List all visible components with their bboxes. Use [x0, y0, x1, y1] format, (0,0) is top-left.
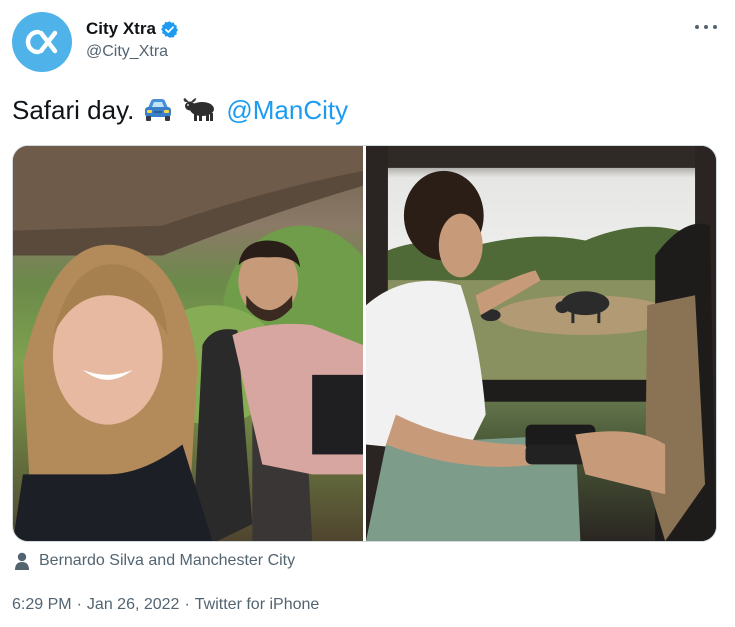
tweet-meta: 6:29 PM · Jan 26, 2022 · Twitter for iPh…	[12, 596, 319, 614]
tagged-people-text[interactable]: Bernardo Silva and Manchester City	[39, 552, 295, 570]
photo-selfie-illustration	[13, 146, 363, 541]
photo-selfie[interactable]	[13, 146, 363, 541]
tweet-source[interactable]: Twitter for iPhone	[195, 596, 320, 614]
tweet-card: City Xtra @City_Xtra Safari day. @ManCit…	[0, 0, 735, 627]
author-info: City Xtra @City_Xtra	[86, 18, 179, 61]
author-display-name[interactable]: City Xtra	[86, 19, 156, 39]
person-icon	[15, 552, 29, 570]
author-avatar[interactable]	[12, 12, 72, 72]
more-options-button[interactable]	[695, 20, 717, 34]
tweet-date[interactable]: Jan 26, 2022	[87, 596, 180, 614]
photo-safari-view[interactable]	[366, 146, 716, 541]
verified-badge-icon	[160, 20, 178, 38]
more-dot	[695, 25, 699, 29]
photo-safari-illustration	[366, 146, 716, 541]
more-dot	[704, 25, 708, 29]
car-icon	[142, 96, 174, 124]
author-name-row: City Xtra	[86, 18, 179, 40]
tweet-body-text: Safari day.	[12, 95, 135, 125]
media-grid	[12, 145, 717, 542]
more-dot	[713, 25, 717, 29]
meta-separator: ·	[76, 596, 82, 613]
meta-separator: ·	[184, 596, 190, 613]
tweet-text: Safari day. @ManCity	[12, 93, 348, 127]
mention-link[interactable]: @ManCity	[226, 93, 348, 127]
water-buffalo-icon	[182, 96, 216, 124]
city-xtra-logo-icon	[25, 29, 58, 55]
tweet-time[interactable]: 6:29 PM	[12, 596, 72, 614]
author-handle[interactable]: @City_Xtra	[86, 43, 179, 61]
tagged-people: Bernardo Silva and Manchester City	[14, 550, 295, 572]
